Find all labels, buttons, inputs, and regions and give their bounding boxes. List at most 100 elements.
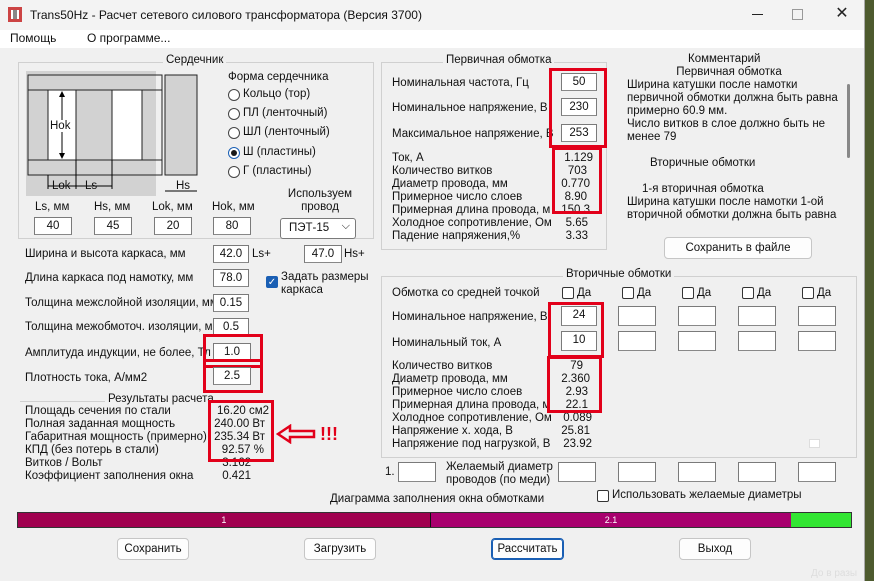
primary-freq-label: Номинальная частота, Гц (392, 77, 529, 89)
shape-label-sh: Ш (пластины) (243, 146, 316, 158)
center-tap-checkbox-5[interactable] (802, 287, 814, 299)
center-tap-checkbox-4[interactable] (742, 287, 754, 299)
desired-input-5[interactable] (798, 462, 836, 482)
secondary-results-highlight (547, 356, 602, 413)
comment-line-10: Ширина катушки после намотки 1-ой (627, 196, 824, 208)
center-tap-da-4: Да (757, 287, 772, 299)
shape-radio-ring[interactable] (228, 89, 240, 101)
diagram-lok-label: Lok (52, 180, 71, 192)
center-tap-da-5: Да (817, 287, 832, 299)
secondary-row-label-6: Напряжение под нагрузкой, В (392, 438, 551, 450)
secondary-volt-input-3[interactable] (678, 306, 716, 326)
diagram-hok-label: Hok (50, 120, 71, 132)
calc-button[interactable]: Рассчитать (491, 538, 564, 560)
comment-line-5: менее 79 (627, 131, 677, 143)
secondary-volt-input-2[interactable] (618, 306, 656, 326)
shape-label-g: Г (пластины) (243, 165, 312, 177)
primary-row-label-5: Холодное сопротивление, Ом (392, 217, 552, 229)
shape-radio-shl[interactable] (228, 127, 240, 139)
diagram-ls-label: Ls (85, 180, 98, 192)
comment-line-4: Число витков в слое должно быть не (627, 118, 826, 130)
transformer-icon (8, 7, 22, 22)
center-tap-checkbox-1[interactable] (562, 287, 574, 299)
set-frame-checkbox[interactable]: ✓ (266, 276, 278, 288)
shape-label-shl: ШЛ (ленточный) (243, 126, 330, 138)
menu-about[interactable]: О программе... (87, 31, 170, 45)
primary-row-label-1: Количество витков (392, 165, 493, 177)
center-tap-label: Обмотка со средней точкой (392, 287, 540, 299)
fill-segment-2-label: 2.1 (604, 515, 618, 525)
secondary-inputs-highlight (548, 302, 604, 358)
primary-title: Первичная обмотка (443, 54, 555, 66)
comment-line-6 (624, 144, 848, 157)
secondary-volt-input-5[interactable] (798, 306, 836, 326)
shape-label-ring: Кольцо (тор) (243, 88, 311, 100)
secondary-volt-input-4[interactable] (738, 306, 776, 326)
frame-len-input[interactable]: 78.0 (213, 269, 249, 287)
comment-line-1: Ширина катушки после намотки (627, 79, 798, 91)
interlayer-input[interactable]: 0.15 (213, 294, 249, 312)
close-icon[interactable]: ✕ (832, 4, 852, 24)
shape-radio-pl[interactable] (228, 108, 240, 120)
diagram-hs-label: Hs (176, 180, 191, 192)
desired-input-4[interactable] (738, 462, 776, 482)
primary-vmax-label: Максимальное напряжение, В (392, 128, 554, 140)
taskbar-hint: До в разы (811, 568, 858, 579)
comment-box[interactable]: Первичная обмотка Ширина катушки после н… (624, 66, 848, 226)
fill-segment-3 (791, 513, 851, 527)
center-tap-da-2: Да (637, 287, 652, 299)
dim-input-hs[interactable]: 45 (94, 217, 132, 235)
small-icon (809, 439, 820, 448)
hs-plus-label: Hs+ (344, 248, 365, 260)
center-tap-checkbox-3[interactable] (682, 287, 694, 299)
annotation-exclaim: !!! (320, 424, 338, 444)
menu-help[interactable]: Помощь (10, 31, 56, 45)
core-diagram (26, 71, 202, 198)
dim-input-ls[interactable]: 40 (34, 217, 72, 235)
desired-input-1[interactable] (558, 462, 596, 482)
shape-title: Форма сердечника (228, 71, 329, 83)
secondary-curr-input-2[interactable] (618, 331, 656, 351)
frame-width-input[interactable]: 42.0 (213, 245, 249, 263)
shape-radio-g[interactable] (228, 166, 240, 178)
dim-input-lok[interactable]: 20 (154, 217, 192, 235)
result-label-gabarit: Габаритная мощность (примерно) (25, 431, 207, 443)
core-group-title: Сердечник (163, 54, 227, 66)
comment-line-8 (624, 170, 848, 183)
set-frame-label: Задать размеры каркаса (281, 271, 369, 296)
use-desired-label: Использовать желаемые диаметры (612, 489, 802, 501)
desired-index: 1. (385, 466, 395, 478)
center-tap-checkbox-2[interactable] (622, 287, 634, 299)
minimize-icon[interactable] (752, 14, 763, 15)
center-tap-da-1: Да (577, 287, 592, 299)
comment-line-0: Первичная обмотка (676, 66, 782, 78)
exit-button[interactable]: Выход (679, 538, 751, 560)
save-to-file-button[interactable]: Сохранить в файле (664, 237, 812, 259)
dim-input-hok[interactable]: 80 (213, 217, 251, 235)
ls-plus-label: Ls+ (252, 248, 271, 260)
desired-input-0[interactable] (398, 462, 436, 482)
result-value-fill-factor: 0.421 (222, 470, 251, 482)
secondary-curr-input-4[interactable] (738, 331, 776, 351)
desired-input-3[interactable] (678, 462, 716, 482)
comment-scrollbar[interactable] (847, 84, 850, 158)
secondary-row-label-5: Напряжение х. хода, В (392, 425, 513, 437)
primary-row-label-0: Ток, А (392, 152, 424, 164)
wire-select[interactable]: ПЭТ-15 ⌵ (280, 218, 356, 239)
fill-diagram-title: Диаграмма заполнения окна обмотками (330, 493, 545, 505)
shape-radio-sh[interactable] (228, 147, 240, 159)
current-density-highlight (203, 359, 263, 393)
frame-len-label: Длина каркаса под намотку, мм (25, 272, 194, 284)
secondary-curr-input-5[interactable] (798, 331, 836, 351)
save-button[interactable]: Сохранить (117, 538, 189, 560)
load-button[interactable]: Загрузить (304, 538, 376, 560)
primary-row-value-5: 5.65 (565, 217, 588, 229)
secondary-curr-input-3[interactable] (678, 331, 716, 351)
primary-results-highlight (552, 147, 602, 214)
maximize-icon[interactable] (792, 9, 803, 20)
primary-row-label-6: Падение напряжения,% (392, 230, 521, 242)
fill-diagram-bar: 1 2.1 (17, 512, 852, 528)
use-desired-checkbox[interactable] (597, 490, 609, 502)
frame-height-input[interactable]: 47.0 (304, 245, 342, 263)
desired-input-2[interactable] (618, 462, 656, 482)
